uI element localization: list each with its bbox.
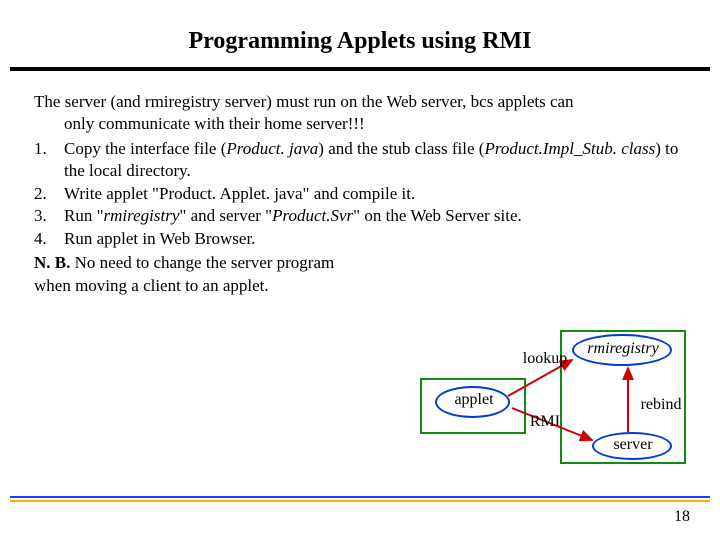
nb-label: N. B. [34,253,70,272]
text-fragment: " on the Web Server site. [353,206,522,225]
footer-divider [10,496,710,502]
list-text: Copy the interface file (Product. java) … [64,138,686,183]
italic-text: rmiregistry [104,206,180,225]
list-item: 3. Run "rmiregistry" and server "Product… [34,205,686,227]
text-fragment: ) and the stub class file ( [318,139,484,158]
list-text: Run applet in Web Browser. [64,228,686,250]
list-number: 3. [34,205,64,227]
list-item: 2. Write applet "Product. Applet. java" … [34,183,686,205]
page-number: 18 [674,508,690,526]
list-item: 1. Copy the interface file (Product. jav… [34,138,686,183]
footer-rule-blue [10,496,710,498]
client-box [420,378,526,434]
numbered-list: 1. Copy the interface file (Product. jav… [34,138,686,250]
server-label: server [608,436,658,454]
italic-text: Product. java [226,139,318,158]
nb-line-2: when moving a client to an applet. [34,276,269,295]
list-number: 1. [34,138,64,183]
applet-node [435,386,510,418]
lookup-label: lookup [520,350,570,368]
list-number: 4. [34,228,64,250]
rmiregistry-label: rmiregistry [578,340,668,358]
text-fragment: Copy the interface file ( [64,139,226,158]
list-number: 2. [34,183,64,205]
intro-line-1: The server (and rmiregistry server) must… [34,92,574,111]
italic-text: Product.Impl_Stub. class [484,139,655,158]
list-item: 4. Run applet in Web Browser. [34,228,686,250]
list-text: Run "rmiregistry" and server "Product.Sv… [64,205,686,227]
rebind-label: rebind [636,396,686,414]
text-fragment: Run " [64,206,104,225]
slide-title: Programming Applets using RMI [0,0,720,67]
nb-note: N. B. No need to change the server progr… [34,252,686,297]
nb-line-1: No need to change the server program [70,253,334,272]
intro-line-2: only communicate with their home server!… [34,113,686,135]
slide-body: The server (and rmiregistry server) must… [0,71,720,297]
server-node [592,432,672,460]
footer-rule-gold [10,500,710,502]
rmiregistry-node [572,334,672,366]
text-fragment: " and server " [179,206,272,225]
list-text: Write applet "Product. Applet. java" and… [64,183,686,205]
intro-text: The server (and rmiregistry server) must… [34,91,686,136]
server-box [560,330,686,464]
italic-text: Product.Svr [272,206,353,225]
applet-label: applet [452,391,496,409]
rmi-label: RMI [527,413,563,431]
